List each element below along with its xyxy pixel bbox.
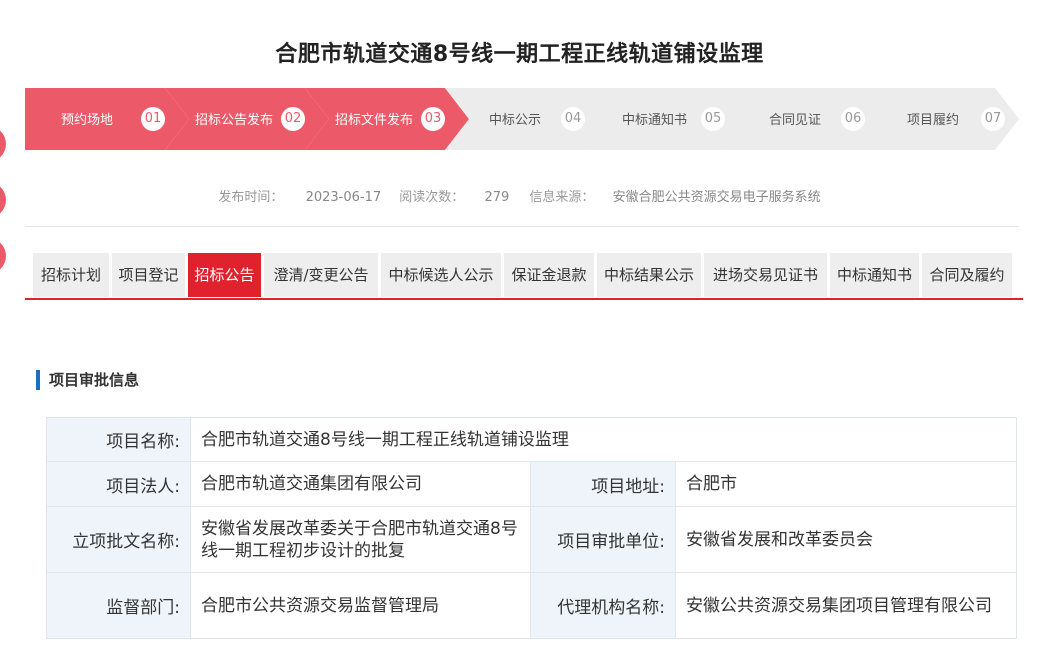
- section-title: 项目审批信息: [36, 370, 139, 390]
- step-number: 05: [701, 107, 725, 131]
- approval-unit-label: 项目审批单位:: [530, 506, 676, 573]
- table-row: 项目法人: 合肥市轨道交通集团有限公司 项目地址: 合肥市: [46, 461, 1017, 507]
- project-address-value: 合肥市: [675, 461, 1017, 507]
- approval-info-table: 项目名称: 合肥市轨道交通8号线一期工程正线轨道铺设监理 项目法人: 合肥市轨道…: [46, 417, 1017, 639]
- table-row: 立项批文名称: 安徽省发展改革委关于合肥市轨道交通8号线一期工程初步设计的批复 …: [46, 506, 1017, 573]
- tab-bid-plan[interactable]: 招标计划: [33, 253, 109, 297]
- source-label: 信息来源：: [529, 190, 595, 205]
- step-5[interactable]: 中标通知书 05: [585, 88, 749, 150]
- agency-value: 安徽公共资源交易集团项目管理有限公司: [675, 572, 1017, 639]
- side-float-tab-3[interactable]: [0, 238, 6, 274]
- step-label: 合同见证: [769, 113, 822, 128]
- step-number: 02: [281, 107, 305, 131]
- step-number: 03: [421, 107, 445, 131]
- step-7[interactable]: 项目履约 07: [855, 88, 1019, 150]
- agency-label: 代理机构名称:: [530, 572, 676, 639]
- table-row: 项目名称: 合肥市轨道交通8号线一期工程正线轨道铺设监理: [46, 417, 1017, 462]
- tab-result-publicity[interactable]: 中标结果公示: [597, 253, 701, 297]
- tab-award-notice[interactable]: 中标通知书: [830, 253, 919, 297]
- tab-candidate-publicity[interactable]: 中标候选人公示: [381, 253, 501, 297]
- step-3[interactable]: 招标文件发布 03: [305, 88, 469, 150]
- tab-deposit-refund[interactable]: 保证金退款: [504, 253, 594, 297]
- tab-contract-performance[interactable]: 合同及履约: [922, 253, 1012, 297]
- legal-person-value: 合肥市轨道交通集团有限公司: [190, 461, 531, 507]
- tab-project-registration[interactable]: 项目登记: [112, 253, 185, 297]
- approval-unit-value: 安徽省发展和改革委员会: [675, 506, 1017, 573]
- step-2[interactable]: 招标公告发布 02: [165, 88, 329, 150]
- step-label: 招标公告发布: [195, 113, 274, 128]
- tab-bid-announcement[interactable]: 招标公告: [188, 253, 261, 297]
- notice-tabs: 招标计划 项目登记 招标公告 澄清/变更公告 中标候选人公示 保证金退款 中标结…: [25, 253, 1023, 299]
- source-value: 安徽合肥公共资源交易电子服务系统: [612, 190, 821, 205]
- legal-person-label: 项目法人:: [46, 461, 191, 507]
- read-count-label: 阅读次数：: [399, 190, 465, 205]
- publish-time-value: 2023-06-17: [305, 190, 382, 205]
- supervisor-value: 合肥市公共资源交易监督管理局: [190, 572, 531, 639]
- step-number: 07: [981, 107, 1005, 131]
- tabs-underline: [25, 298, 1023, 300]
- step-label: 预约场地: [61, 113, 114, 128]
- step-label: 招标文件发布: [335, 113, 414, 128]
- progress-steps: 预约场地 01 招标公告发布 02 招标文件发布 03 中标公示 04 中标通知…: [25, 88, 1019, 150]
- project-name-value: 合肥市轨道交通8号线一期工程正线轨道铺设监理: [190, 417, 1017, 462]
- step-label: 中标通知书: [622, 113, 688, 128]
- read-count-value: 279: [484, 190, 510, 205]
- article-meta: 发布时间： 2023-06-17 阅读次数： 279 信息来源： 安徽合肥公共资…: [0, 186, 1039, 205]
- step-label: 项目履约: [907, 113, 960, 128]
- step-number: 06: [841, 107, 865, 131]
- project-address-label: 项目地址:: [530, 461, 676, 507]
- step-1[interactable]: 预约场地 01: [25, 88, 189, 150]
- approval-doc-value: 安徽省发展改革委关于合肥市轨道交通8号线一期工程初步设计的批复: [190, 506, 531, 573]
- approval-doc-label: 立项批文名称:: [46, 506, 191, 573]
- step-label: 中标公示: [489, 113, 542, 128]
- supervisor-label: 监督部门:: [46, 572, 191, 639]
- tab-clarification-change[interactable]: 澄清/变更公告: [264, 253, 378, 297]
- divider: [25, 226, 1019, 227]
- tab-transaction-certificate[interactable]: 进场交易见证书: [704, 253, 827, 297]
- project-name-label: 项目名称:: [46, 417, 191, 462]
- step-number: 01: [141, 107, 165, 131]
- page-title: 合肥市轨道交通8号线一期工程正线轨道铺设监理: [275, 42, 764, 67]
- step-4[interactable]: 中标公示 04: [445, 88, 609, 150]
- publish-time-label: 发布时间：: [218, 190, 284, 205]
- table-row: 监督部门: 合肥市公共资源交易监督管理局 代理机构名称: 安徽公共资源交易集团项…: [46, 572, 1017, 639]
- side-float-tab-1[interactable]: [0, 126, 6, 162]
- step-number: 04: [561, 107, 585, 131]
